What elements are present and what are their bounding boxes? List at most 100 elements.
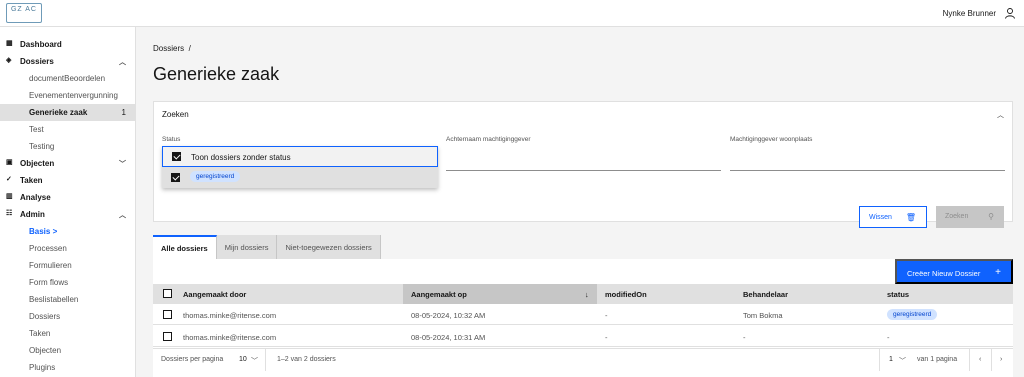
chevron-down-icon: ﹀ [119,161,126,168]
tab-mijn-dossiers[interactable]: Mijn dossiers [216,235,278,259]
cell-aangemaakt-op: 08-05-2024, 10:31 AM [411,333,486,342]
column-header-behandelaar[interactable]: Behandelaar [743,290,788,299]
sidebar-item-label: Taken [29,329,51,338]
achternaam-input[interactable] [446,170,721,171]
sidebar-item-test[interactable]: Test [0,121,136,138]
cell-modifiedon: - [605,311,608,320]
status-option-geregistreerd[interactable]: geregistreerd [162,167,438,188]
sidebar-item-label: Admin [20,210,45,219]
create-dossier-button[interactable]: Creëer Nieuw Dossier + [895,259,1013,284]
sidebar-item-dashboard[interactable]: ▦ Dashboard [0,36,136,53]
page-title: Generieke zaak [153,64,280,84]
sidebar-item-admin[interactable]: ☷ Admin ︿ [0,206,136,223]
caret-right-icon[interactable]: › [1000,356,1002,363]
checkbox-geregistreerd[interactable] [171,173,180,182]
row-checkbox[interactable] [163,310,172,319]
breadcrumb[interactable]: Dossiers / [153,44,191,53]
user-icon[interactable] [1004,7,1016,19]
sidebar-item-admin-objecten[interactable]: Objecten [0,342,136,359]
create-button-label: Creëer Nieuw Dossier [907,269,981,278]
woonplaats-input[interactable] [730,170,1005,171]
pagination: Dossiers per pagina 10 ﹀ 1–2 van 2 dossi… [153,348,1013,371]
clear-button[interactable]: Wissen 🗑 [859,206,927,228]
sidebar-item-documentbeoordelen[interactable]: documentBeoordelen [0,70,136,87]
tab-alle-dossiers[interactable]: Alle dossiers [153,235,217,259]
sidebar-item-label: Evenementenvergunning [29,91,118,100]
column-header-modifiedon[interactable]: modifiedOn [605,290,647,299]
cell-aangemaakt-op: 08-05-2024, 10:32 AM [411,311,486,320]
page-select[interactable]: 1 [889,356,893,363]
sidebar-item-label: Basis > [29,227,58,236]
clear-button-label: Wissen [869,214,892,221]
table-row[interactable]: thomas.minke@ritense.com 08-05-2024, 10:… [153,304,1013,325]
sidebar-item-beslistabellen[interactable]: Beslistabellen [0,291,136,308]
sidebar-item-label: Testing [29,142,55,151]
option-label: Toon dossiers zonder status [191,153,291,162]
user-name[interactable]: Nynke Brunner [943,9,996,18]
search-button[interactable]: Zoeken ⚲ [936,206,1004,228]
chevron-down-icon[interactable]: ﹀ [899,356,906,366]
sidebar-item-label: Generieke zaak [29,108,88,117]
sidebar-item-taken[interactable]: ✓ Taken [0,172,136,189]
checkbox-no-status[interactable] [172,152,181,161]
app-logo[interactable]: GZ AC [6,3,42,23]
sidebar-item-label: Formulieren [29,261,72,270]
main-content: Dossiers / Generieke zaak Zoeken ︿ Statu… [137,27,1024,377]
chevron-down-icon[interactable]: ﹀ [251,356,258,366]
per-page-select[interactable]: 10 [239,356,247,363]
cell-status: - [887,333,890,342]
column-header-status[interactable]: status [887,290,909,299]
admin-icon: ☷ [6,210,13,217]
pager-divider [879,349,880,371]
sidebar-item-admin-dossiers[interactable]: Dossiers [0,308,136,325]
sidebar-item-label: Dossiers [29,312,61,321]
dashboard-icon: ▦ [6,40,13,47]
sidebar-item-objecten[interactable]: ▣ Objecten ﹀ [0,155,136,172]
sidebar-item-label: Test [29,125,44,134]
pager-divider [991,349,992,371]
cell-aangemaakt-door: thomas.minke@ritense.com [183,311,277,320]
pager-divider [265,349,266,371]
sidebar-item-formulieren[interactable]: Formulieren [0,257,136,274]
status-label: Status [162,136,181,143]
row-checkbox[interactable] [163,332,172,341]
tab-niet-toegewezen[interactable]: Niet-toegewezen dossiers [277,235,381,259]
cell-behandelaar: - [743,333,746,342]
sidebar-item-processen[interactable]: Processen [0,240,136,257]
sidebar-item-label: Objecten [20,159,55,168]
chevron-up-icon: ︿ [119,59,126,66]
status-tag: geregistreerd [190,171,241,182]
sidebar-item-dossiers[interactable]: ◈ Dossiers ︿ [0,53,136,70]
search-panel-title[interactable]: Zoeken [162,110,189,119]
arrow-down-icon[interactable]: ↓ [585,290,589,299]
sidebar-item-testing[interactable]: Testing [0,138,136,155]
achternaam-label: Achternaam machtiginggever [446,136,531,143]
status-dropdown[interactable]: Toon dossiers zonder status geregistreer… [162,146,438,188]
sidebar-item-label: Dossiers [20,57,54,66]
status-badge: geregistreerd [887,309,938,320]
dossier-tabs: Alle dossiers Mijn dossiers Niet-toegewe… [153,235,381,259]
sidebar-item-basis[interactable]: Basis > [0,223,136,240]
plus-icon: + [995,267,1001,278]
caret-left-icon[interactable]: ‹ [979,356,981,363]
column-header-aangemaakt-door[interactable]: Aangemaakt door [183,290,246,299]
table-header: Aangemaakt door Aangemaakt op ↓ modified… [153,284,1013,304]
sidebar-item-form-flows[interactable]: Form flows [0,274,136,291]
chevron-up-icon: ︿ [119,212,126,219]
dossier-table: Creëer Nieuw Dossier + Aangemaakt door A… [153,259,1013,377]
chevron-up-icon[interactable]: ︿ [997,110,1004,120]
sidebar-item-generieke-zaak[interactable]: Generieke zaak 1 [0,104,136,121]
sidebar-item-admin-taken[interactable]: Taken [0,325,136,342]
objects-icon: ▣ [6,159,13,166]
sidebar-item-label: Analyse [20,193,51,202]
table-row[interactable]: thomas.minke@ritense.com 08-05-2024, 10:… [153,326,1013,347]
page-of-label: van 1 pagina [917,356,958,363]
column-header-aangemaakt-op[interactable]: Aangemaakt op [411,290,467,299]
select-all-checkbox[interactable] [163,289,172,298]
folder-icon: ◈ [6,57,12,64]
sidebar-item-plugins[interactable]: Plugins [0,359,136,376]
sidebar-item-evenementenvergunning[interactable]: Evenementenvergunning [0,87,136,104]
status-option-no-status[interactable]: Toon dossiers zonder status [162,146,438,167]
sidebar-item-analyse[interactable]: ▥ Analyse [0,189,136,206]
trash-icon: 🗑 [905,213,916,222]
